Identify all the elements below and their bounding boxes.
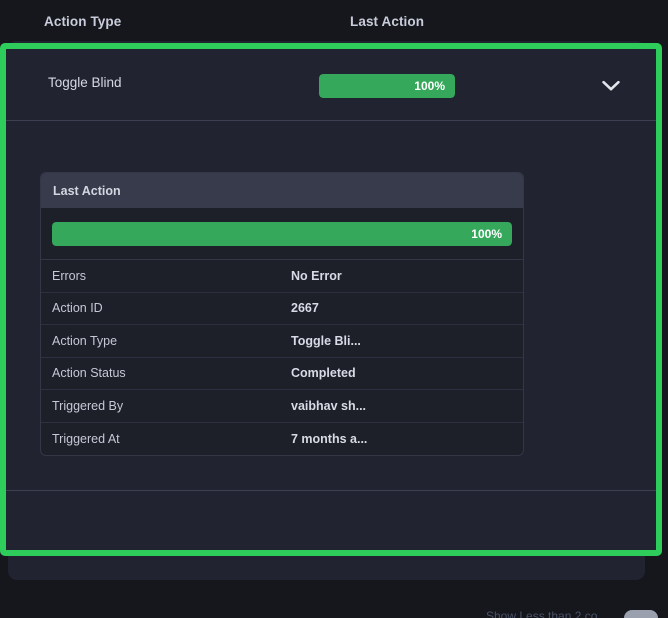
detail-value: 2667 <box>291 301 319 316</box>
progress-track: 100% <box>52 221 512 246</box>
detail-attribute-table: Errors No Error Action ID 2667 Action Type To… <box>41 260 523 455</box>
footer-strip: Show Less than 2 co... <box>0 580 668 618</box>
detail-key: Action ID <box>52 301 103 316</box>
detail-value: Completed <box>291 366 356 381</box>
column-header-action-type: Action Type <box>44 14 122 29</box>
table-row: Action Type Toggle Bli... <box>41 325 523 358</box>
action-detail-area: Last Action 100% Errors No Error Action ID… <box>6 121 656 490</box>
detail-progress: 100% <box>52 221 512 246</box>
detail-panel-title: Last Action <box>53 183 121 198</box>
table-row: Action ID 2667 <box>41 293 523 325</box>
table-row: Triggered By vaibhav sh... <box>41 390 523 423</box>
table-column-header-strip: Action Type Last Action <box>0 0 668 45</box>
detail-key: Errors <box>52 268 87 283</box>
detail-key: Action Status <box>52 366 126 381</box>
progress-percent-label: 100% <box>471 226 502 241</box>
action-summary-row[interactable]: Toggle Blind 100% <box>6 49 656 120</box>
last-action-detail-panel: Last Action 100% Errors No Error Action ID… <box>40 172 524 456</box>
detail-value: vaibhav sh... <box>291 398 367 413</box>
summary-divider-bottom <box>6 490 656 491</box>
table-row: Action Status Completed <box>41 358 523 390</box>
progress-track: 100% <box>319 74 455 98</box>
detail-key: Triggered By <box>52 398 124 413</box>
table-row: Errors No Error <box>41 260 523 293</box>
detail-value: No Error <box>291 268 342 283</box>
progress-fill: 100% <box>52 221 512 246</box>
action-summary-type-label: Toggle Blind <box>48 75 122 90</box>
column-header-last-action: Last Action <box>350 14 425 29</box>
collapse-toggle-button[interactable] <box>598 73 624 99</box>
footer-hint-text: Show Less than 2 co... <box>486 609 608 618</box>
detail-progress-row: 100% <box>41 208 523 260</box>
focused-action-row-group: Toggle Blind 100% Last Action 100% Error… <box>0 43 662 556</box>
detail-key: Action Type <box>52 333 118 348</box>
detail-panel-header: Last Action <box>41 173 523 208</box>
progress-percent-label: 100% <box>414 79 445 93</box>
progress-fill: 100% <box>319 74 455 98</box>
footer-control-pill[interactable] <box>624 610 658 618</box>
action-summary-progress: 100% <box>319 74 455 98</box>
detail-value: Toggle Bli... <box>291 333 361 348</box>
detail-value: 7 months a... <box>291 431 368 446</box>
chevron-down-icon <box>602 80 620 91</box>
table-row: Triggered At 7 months a... <box>41 423 523 456</box>
detail-key: Triggered At <box>52 431 120 446</box>
